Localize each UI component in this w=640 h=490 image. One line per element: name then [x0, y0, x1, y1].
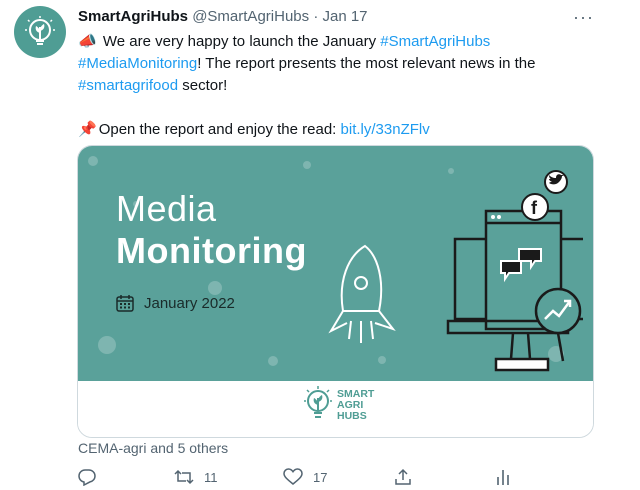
card-title-monitoring: Monitoring	[116, 230, 307, 271]
logo-line-agri: AGRI	[337, 398, 364, 411]
retweet-button[interactable]: 11	[174, 468, 218, 486]
calendar-icon	[116, 295, 134, 312]
lightbulb-sprout-icon	[304, 386, 332, 418]
smartagrihubs-card-logo: SMART AGRI HUBS	[303, 386, 374, 424]
retweet-count: 11	[204, 469, 218, 485]
reply-button[interactable]	[78, 468, 96, 486]
analytics-icon	[497, 470, 509, 485]
logo-line-hubs: HUBS	[337, 409, 367, 422]
card-date-text: January 2022	[144, 294, 235, 312]
card-image[interactable]: Media Monitoring January 2022 f	[78, 146, 593, 381]
tweet-date[interactable]: Jan 17	[322, 8, 367, 25]
user-handle[interactable]: @SmartAgriHubs	[192, 8, 309, 25]
card-date: January 2022	[116, 294, 235, 312]
link-card[interactable]: Media Monitoring January 2022 f SMART AG…	[77, 145, 594, 438]
twitter-bird-icon	[544, 170, 568, 194]
magnifier-icon	[534, 287, 582, 362]
report-link[interactable]: bit.ly/33nZFlv	[341, 121, 430, 138]
tweet-text-line1: We are very happy to launch the January	[102, 33, 377, 50]
pushpin-icon: 📌	[78, 121, 97, 138]
analytics-button[interactable]	[496, 468, 510, 486]
card-title-media: Media	[116, 188, 217, 229]
tweet-text-line4: Open the report and enjoy the read:	[98, 121, 337, 138]
hashtag-smartagrihubs[interactable]: #SmartAgriHubs	[380, 33, 490, 50]
like-count: 17	[313, 469, 328, 485]
more-options-icon[interactable]: ···	[573, 7, 594, 28]
facebook-icon: f	[521, 193, 549, 221]
tweet-text: 📣 We are very happy to launch the Januar…	[78, 31, 598, 141]
hashtag-smartagrifood[interactable]: #smartagrifood	[78, 77, 178, 94]
card-footer[interactable]: SMART AGRI HUBS	[78, 381, 593, 437]
like-button[interactable]: 17	[283, 468, 327, 486]
reply-icon	[78, 469, 96, 486]
avatar[interactable]	[14, 6, 66, 58]
display-name[interactable]: SmartAgriHubs	[78, 8, 188, 25]
hashtag-mediamonitoring[interactable]: #MediaMonitoring	[78, 55, 197, 72]
header-separator: ·	[313, 8, 319, 25]
logo-line-smart: SMART	[337, 387, 375, 400]
card-illustration: f	[328, 170, 583, 372]
tweet-text-line2: ! The report presents the most relevant …	[197, 55, 536, 72]
retweet-icon	[174, 469, 194, 485]
share-icon	[395, 468, 411, 485]
share-button[interactable]	[394, 468, 412, 486]
megaphone-icon: 📣	[78, 33, 97, 50]
tweet-header: SmartAgriHubs @SmartAgriHubs · Jan 17	[78, 8, 368, 25]
smartagrihubs-logo-icon	[25, 16, 55, 45]
tweet-actions: 11 17	[78, 468, 518, 490]
tweet-text-line3: sector!	[182, 77, 228, 94]
social-context[interactable]: CEMA-agri and 5 others	[78, 440, 228, 456]
svg-text:f: f	[531, 198, 538, 218]
like-icon	[283, 468, 303, 485]
rocket-icon	[328, 244, 396, 343]
